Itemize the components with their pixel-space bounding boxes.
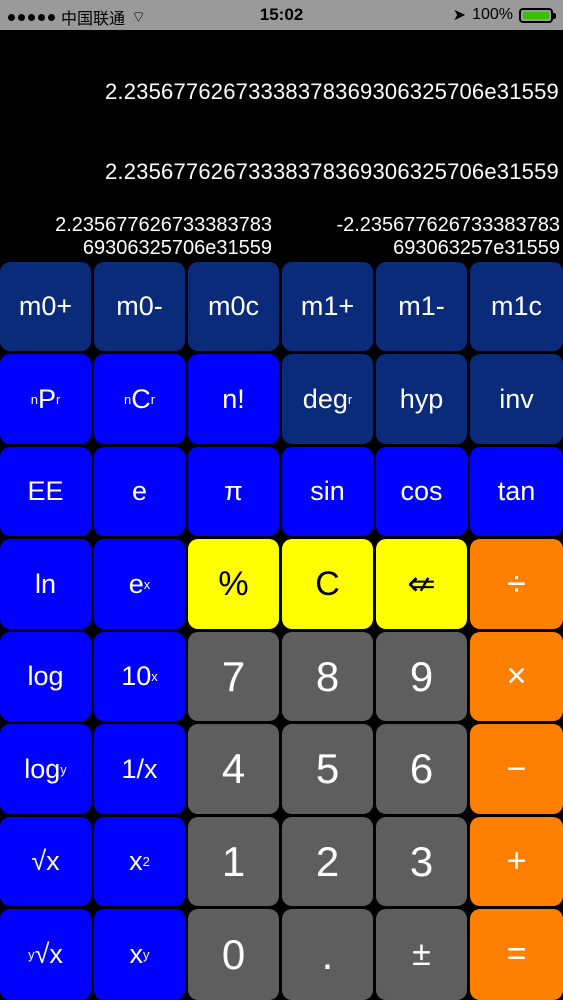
digit-4-button[interactable]: 4 <box>188 724 279 814</box>
divide-button[interactable]: ÷ <box>470 539 563 629</box>
display-line-1: 2.23567762673338378369306325706e31559 <box>105 79 559 104</box>
cos-button[interactable]: cos <box>376 447 467 536</box>
log-button[interactable]: log <box>0 632 91 721</box>
digit-2-button[interactable]: 2 <box>282 817 373 906</box>
digit-7-button[interactable]: 7 <box>188 632 279 721</box>
permutation-button[interactable]: nPr <box>0 354 91 444</box>
m1-clear-button[interactable]: m1c <box>470 262 563 351</box>
digit-3-button[interactable]: 3 <box>376 817 467 906</box>
digit-6-button[interactable]: 6 <box>376 724 467 814</box>
digit-1-button[interactable]: 1 <box>188 817 279 906</box>
plus-minus-button[interactable]: ± <box>376 909 467 1000</box>
hyp-button[interactable]: hyp <box>376 354 467 444</box>
square-button[interactable]: x2 <box>94 817 185 906</box>
clear-button[interactable]: C <box>282 539 373 629</box>
display-right-value: -2.235677626733383783 693063257e31559 <box>336 214 560 259</box>
power-button[interactable]: xy <box>94 909 185 1000</box>
m0-minus-button[interactable]: m0- <box>94 262 185 351</box>
e-constant-button[interactable]: e <box>94 447 185 536</box>
minus-button[interactable]: − <box>470 724 563 814</box>
status-bar: 中国联通 ⌔ 15:02 ➤ 100% <box>0 0 563 30</box>
m1-minus-button[interactable]: m1- <box>376 262 467 351</box>
m0-clear-button[interactable]: m0c <box>188 262 279 351</box>
plus-button[interactable]: + <box>470 817 563 906</box>
battery-percent: 100% <box>472 6 513 23</box>
location-icon: ➤ <box>452 7 467 24</box>
multiply-button[interactable]: × <box>470 632 563 721</box>
display-line-2: 2.23567762673338378369306325706e31559 <box>105 159 559 184</box>
ee-button[interactable]: EE <box>0 447 91 536</box>
ln-button[interactable]: ln <box>0 539 91 629</box>
y-root-button[interactable]: y √x <box>0 909 91 1000</box>
tan-button[interactable]: tan <box>470 447 563 536</box>
status-right: ➤ 100% <box>452 5 556 25</box>
ten-power-button[interactable]: 10 x <box>94 632 185 721</box>
combination-button[interactable]: nCr <box>94 354 185 444</box>
sin-button[interactable]: sin <box>282 447 373 536</box>
m1-plus-button[interactable]: m1+ <box>282 262 373 351</box>
factorial-button[interactable]: n! <box>188 354 279 444</box>
digit-8-button[interactable]: 8 <box>282 632 373 721</box>
display-area: 2.23567762673338378369306325706e31559 2.… <box>0 30 563 262</box>
digit-5-button[interactable]: 5 <box>282 724 373 814</box>
log-base-y-button[interactable]: log y <box>0 724 91 814</box>
percent-button[interactable]: % <box>188 539 279 629</box>
backspace-button[interactable]: ⇍ <box>376 539 467 629</box>
deg-rad-button[interactable]: deg r <box>282 354 373 444</box>
battery-icon <box>519 7 556 23</box>
equals-button[interactable]: = <box>470 909 563 1000</box>
reciprocal-button[interactable]: 1/x <box>94 724 185 814</box>
square-root-button[interactable]: √x <box>0 817 91 906</box>
display-left-value: 2.235677626733383783 69306325706e31559 <box>55 214 272 259</box>
pi-button[interactable]: π <box>188 447 279 536</box>
digit-0-button[interactable]: 0 <box>188 909 279 1000</box>
exp-button[interactable]: ex <box>94 539 185 629</box>
keypad: m0+ m0- m0c m1+ m1- m1c nPr nCr n! deg r … <box>0 262 563 1000</box>
decimal-point-button[interactable]: . <box>282 909 373 1000</box>
digit-9-button[interactable]: 9 <box>376 632 467 721</box>
inv-button[interactable]: inv <box>470 354 563 444</box>
m0-plus-button[interactable]: m0+ <box>0 262 91 351</box>
